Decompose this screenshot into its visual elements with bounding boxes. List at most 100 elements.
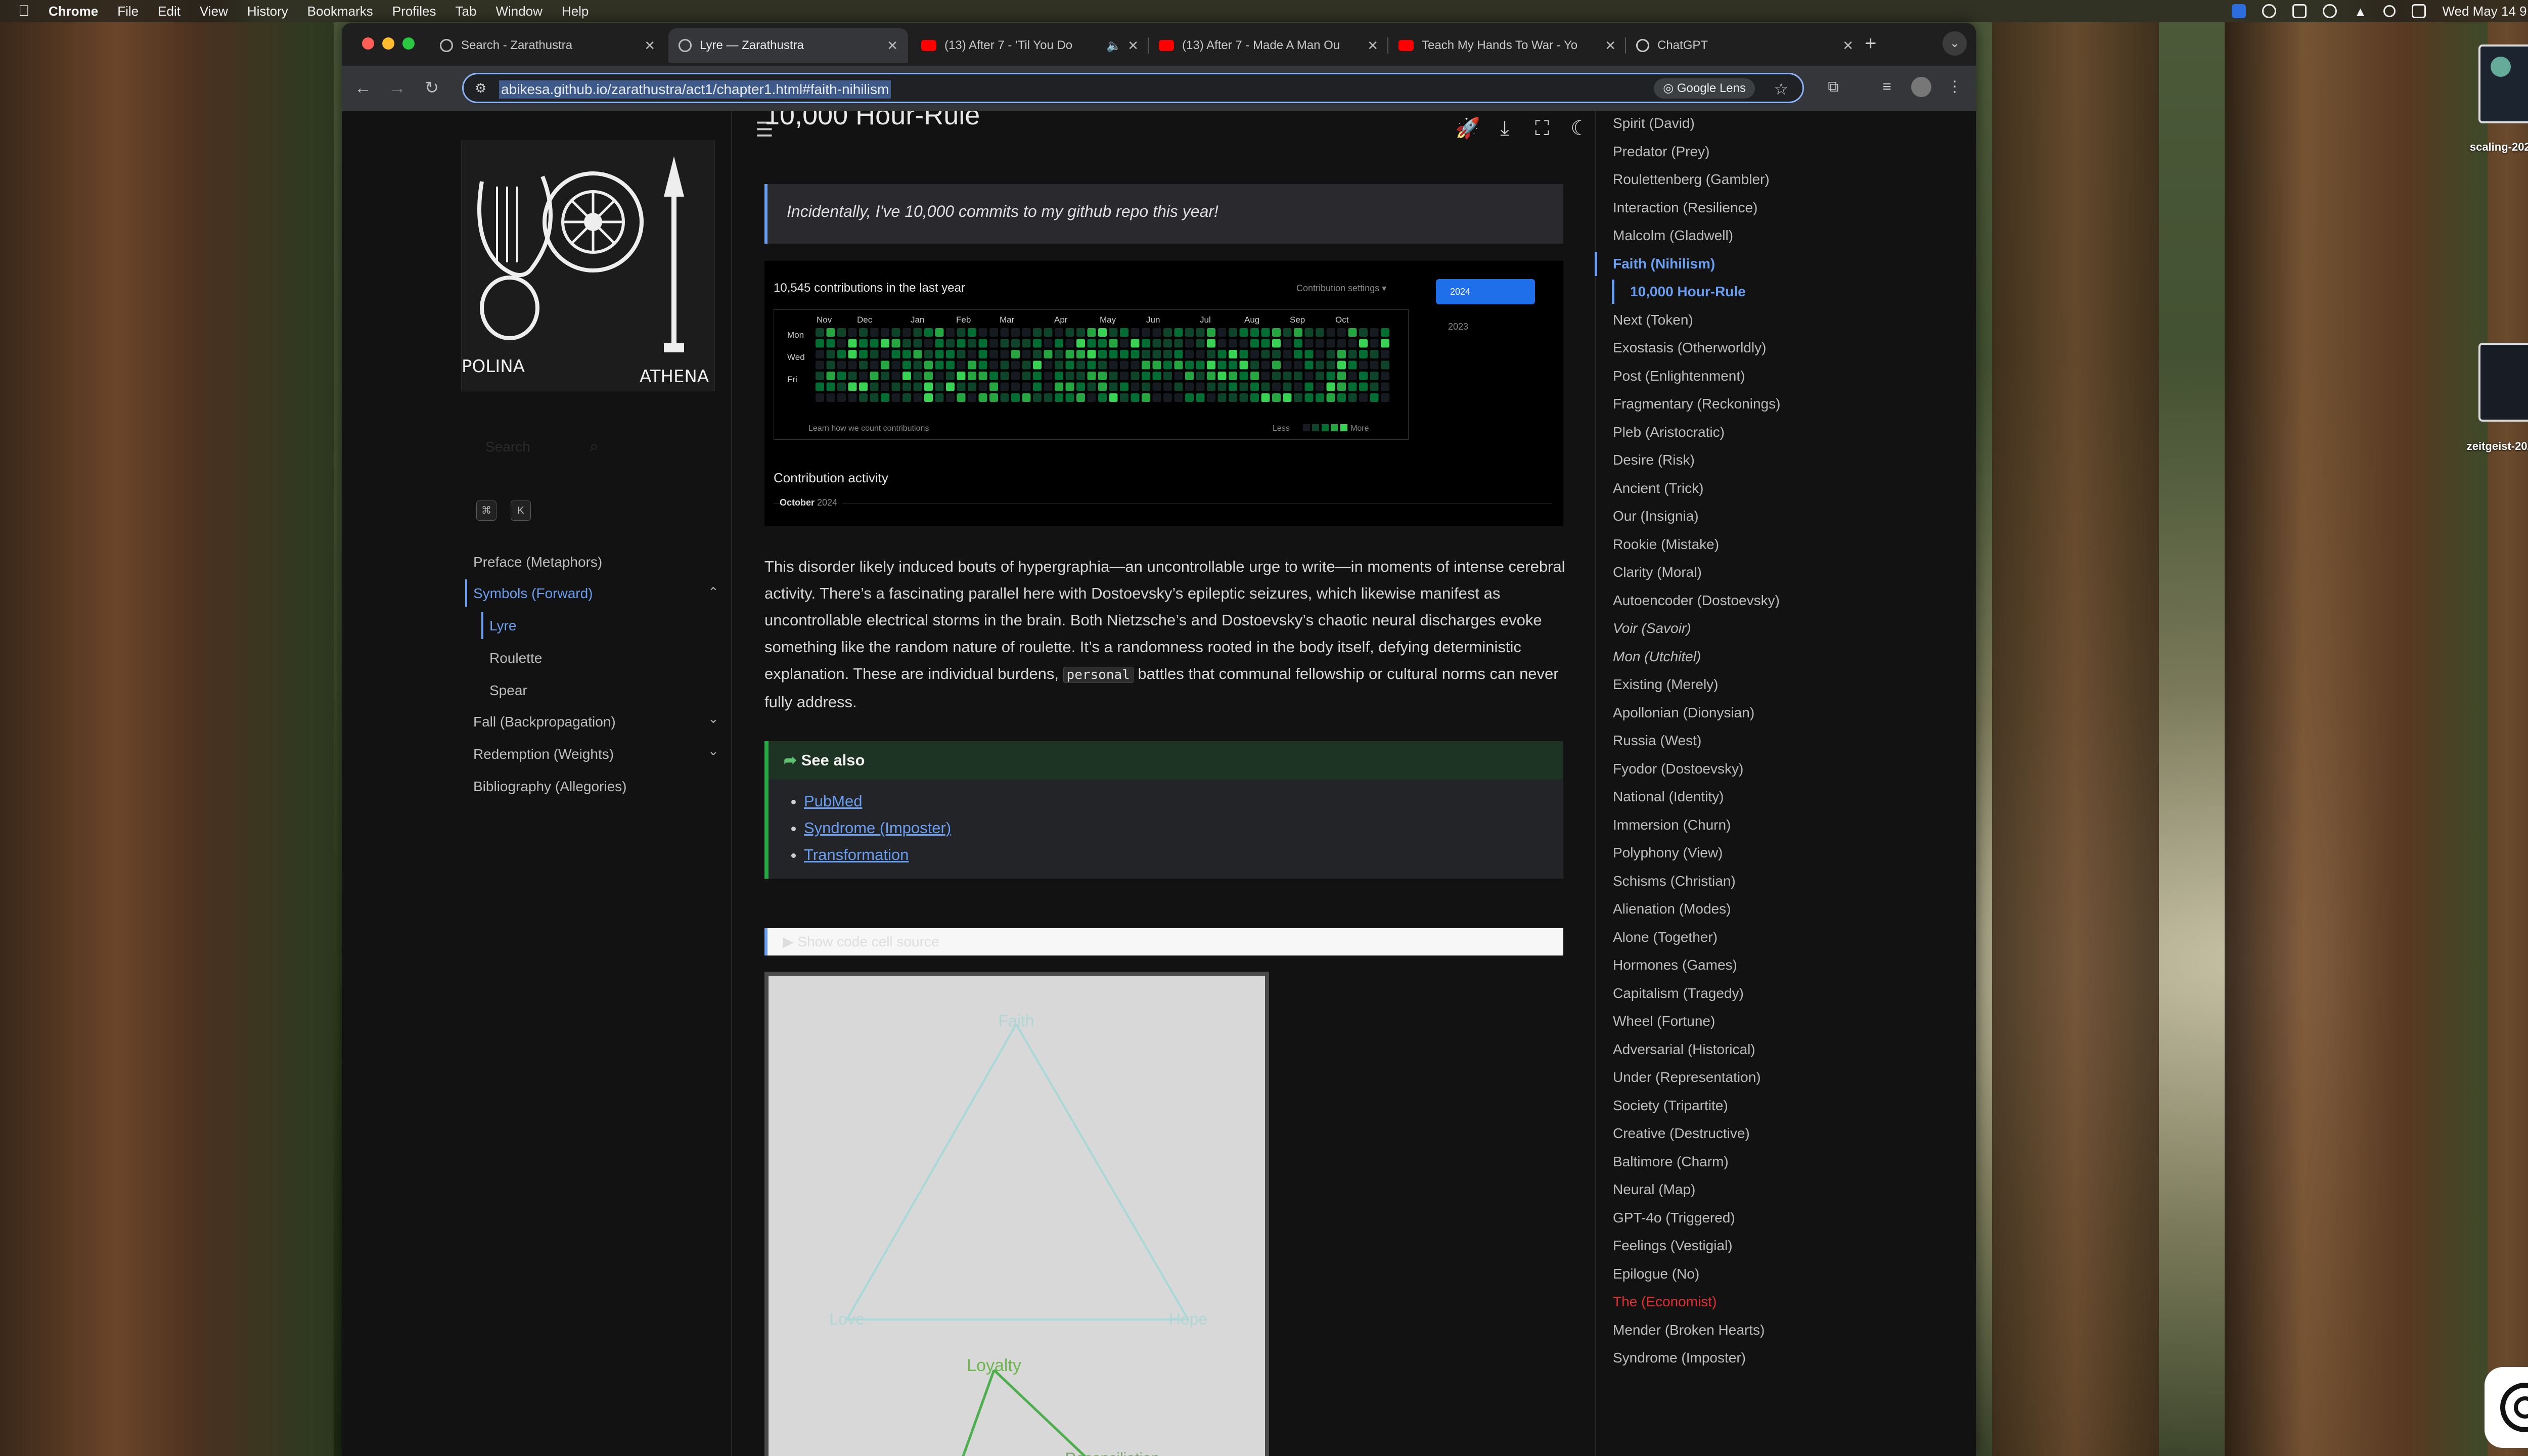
reload-icon[interactable]: ↻ bbox=[421, 77, 443, 99]
toc-item[interactable]: Ancient (Trick) bbox=[1613, 480, 1703, 496]
close-tab-icon[interactable]: ✕ bbox=[887, 38, 898, 54]
toc-item[interactable]: Interaction (Resilience) bbox=[1613, 200, 1757, 216]
maximize-window-button[interactable] bbox=[402, 37, 415, 50]
toc-item[interactable]: Clarity (Moral) bbox=[1613, 564, 1702, 580]
toc-item[interactable]: Syndrome (Imposter) bbox=[1613, 1350, 1746, 1366]
toc-item[interactable]: National (Identity) bbox=[1613, 789, 1724, 805]
nav-preface[interactable]: Preface (Metaphors) bbox=[473, 554, 602, 570]
toc-item[interactable]: Hormones (Games) bbox=[1613, 957, 1737, 973]
nav-symbols[interactable]: Symbols (Forward) bbox=[473, 585, 593, 602]
screenshot-icon[interactable] bbox=[2292, 4, 2307, 18]
tab-search-dropdown-icon[interactable]: ⌄ bbox=[1943, 31, 1967, 56]
toc-item[interactable]: Autoencoder (Dostoevsky) bbox=[1613, 593, 1780, 609]
toc-item[interactable]: Post (Enlightenment) bbox=[1613, 368, 1745, 384]
menu-window[interactable]: Window bbox=[495, 4, 542, 19]
toc-item[interactable]: Mender (Broken Hearts) bbox=[1613, 1322, 1765, 1338]
fullscreen-icon[interactable]: ⛶ bbox=[1530, 116, 1554, 141]
menu-view[interactable]: View bbox=[200, 4, 228, 19]
new-tab-icon[interactable]: + bbox=[1865, 32, 1876, 55]
toc-item[interactable]: Alone (Together) bbox=[1613, 929, 1718, 945]
toc-item[interactable]: Under (Representation) bbox=[1613, 1069, 1761, 1085]
menu-profiles[interactable]: Profiles bbox=[392, 4, 436, 19]
minimize-window-button[interactable] bbox=[382, 37, 394, 50]
profile-avatar[interactable] bbox=[1911, 77, 1931, 97]
nav-bibliography[interactable]: Bibliography (Allegories) bbox=[473, 779, 626, 795]
forward-icon[interactable]: → bbox=[386, 77, 409, 99]
toc-item[interactable]: Apollonian (Dionysian) bbox=[1613, 705, 1754, 721]
chevron-up-icon[interactable]: ⌃ bbox=[708, 584, 719, 600]
toc-item[interactable]: Capitalism (Tragedy) bbox=[1613, 985, 1744, 1002]
extensions-icon[interactable]: ⧉ bbox=[1823, 77, 1843, 97]
toc-item[interactable]: Rookie (Mistake) bbox=[1613, 536, 1719, 553]
toc-item[interactable]: Creative (Destructive) bbox=[1613, 1125, 1750, 1142]
chatgpt-app-icon[interactable] bbox=[2485, 1367, 2528, 1448]
toc-item[interactable]: Polyphony (View) bbox=[1613, 845, 1723, 861]
toc-item[interactable]: Society (Tripartite) bbox=[1613, 1098, 1728, 1114]
speaker-icon[interactable]: 🔈 bbox=[1106, 38, 1121, 53]
play-icon[interactable] bbox=[2323, 4, 2337, 18]
toc-item[interactable]: Next (Token) bbox=[1613, 312, 1693, 328]
toc-item[interactable]: The (Economist) bbox=[1613, 1294, 1717, 1310]
tab-teach-my-hands[interactable]: Teach My Hands To War - Yo ✕ bbox=[1388, 28, 1626, 63]
toc-item[interactable]: Predator (Prey) bbox=[1613, 144, 1709, 160]
control-center-icon[interactable] bbox=[2412, 4, 2426, 18]
toc-item[interactable]: Neural (Map) bbox=[1613, 1181, 1695, 1198]
back-icon[interactable]: ← bbox=[352, 77, 374, 99]
toc-item[interactable]: Spirit (David) bbox=[1613, 115, 1695, 131]
bookmark-star-icon[interactable]: ☆ bbox=[1774, 79, 1788, 99]
wifi-icon[interactable]: ▲ bbox=[2353, 4, 2367, 19]
toc-item[interactable]: Malcolm (Gladwell) bbox=[1613, 228, 1733, 244]
toc-item[interactable]: Immersion (Churn) bbox=[1613, 817, 1731, 833]
close-tab-icon[interactable]: ✕ bbox=[1842, 38, 1854, 54]
toc-item[interactable]: Mon (Utchitel) bbox=[1613, 649, 1701, 665]
toc-item[interactable]: Our (Insignia) bbox=[1613, 508, 1699, 524]
toc-item[interactable]: Exostasis (Otherworldly) bbox=[1613, 340, 1766, 356]
google-lens-button[interactable]: ◎ Google Lens bbox=[1654, 78, 1755, 99]
site-settings-icon[interactable]: ⚙ bbox=[475, 80, 486, 96]
menu-history[interactable]: History bbox=[247, 4, 288, 19]
close-tab-icon[interactable]: ✕ bbox=[1367, 38, 1378, 54]
launch-rocket-icon[interactable]: 🚀 bbox=[1455, 116, 1480, 141]
chatgpt-menu-icon[interactable] bbox=[2262, 4, 2277, 18]
close-window-button[interactable] bbox=[362, 37, 374, 50]
link-syndrome-imposter[interactable]: Syndrome (Imposter) bbox=[804, 819, 951, 837]
menu-bookmarks[interactable]: Bookmarks bbox=[307, 4, 373, 19]
site-logo[interactable]: POLINA ATHENA bbox=[461, 141, 715, 391]
toc-item[interactable]: Voir (Savoir) bbox=[1613, 620, 1691, 636]
search-input[interactable]: Search ⌕ bbox=[479, 436, 666, 461]
toc-item[interactable]: Faith (Nihilism) bbox=[1613, 256, 1715, 272]
toc-item[interactable]: Schisms (Christian) bbox=[1613, 873, 1736, 889]
tab-lyre-zarathustra[interactable]: Lyre — Zarathustra ✕ bbox=[668, 28, 908, 63]
download-icon[interactable]: ⤓ bbox=[1493, 116, 1517, 141]
spotlight-icon[interactable] bbox=[2383, 5, 2396, 17]
address-bar[interactable]: ⚙ abikesa.github.io/zarathustra/act1/cha… bbox=[462, 73, 1804, 103]
close-tab-icon[interactable]: ✕ bbox=[1605, 38, 1616, 54]
toc-item[interactable]: GPT-4o (Triggered) bbox=[1613, 1210, 1735, 1226]
desktop-file-zeitgeist[interactable] bbox=[2478, 343, 2528, 422]
apple-icon[interactable]:  bbox=[18, 3, 33, 20]
show-code-cell-toggle[interactable]: ▶ Show code cell source bbox=[764, 928, 1563, 956]
toc-item[interactable]: Wheel (Fortune) bbox=[1613, 1013, 1715, 1029]
toc-item[interactable]: Alienation (Modes) bbox=[1613, 901, 1731, 917]
link-pubmed[interactable]: PubMed bbox=[804, 792, 862, 810]
chevron-down-icon[interactable]: ⌄ bbox=[708, 711, 719, 726]
menu-edit[interactable]: Edit bbox=[158, 4, 180, 19]
tab-after7-til-you-do[interactable]: (13) After 7 - 'Til You Do 🔈 ✕ bbox=[911, 28, 1149, 63]
menu-tab[interactable]: Tab bbox=[456, 4, 477, 19]
toc-item[interactable]: Adversarial (Historical) bbox=[1613, 1041, 1755, 1058]
toc-item[interactable]: Russia (West) bbox=[1613, 733, 1701, 749]
url-text[interactable]: abikesa.github.io/zarathustra/act1/chapt… bbox=[499, 80, 891, 99]
toc-item[interactable]: Fyodor (Dostoevsky) bbox=[1613, 761, 1743, 777]
desktop-file-scaling[interactable] bbox=[2478, 44, 2528, 123]
tab-after7-made-a-man[interactable]: (13) After 7 - Made A Man Ou ✕ bbox=[1149, 28, 1388, 63]
chevron-down-icon[interactable]: ⌄ bbox=[708, 743, 719, 759]
toc-item[interactable]: Pleb (Aristocratic) bbox=[1613, 424, 1725, 440]
menu-file[interactable]: File bbox=[117, 4, 139, 19]
nav-roulette[interactable]: Roulette bbox=[489, 650, 542, 666]
menubar-clock[interactable]: Wed May 14 9:51 PM bbox=[2442, 4, 2528, 19]
toc-item[interactable]: Desire (Risk) bbox=[1613, 452, 1695, 468]
reading-list-icon[interactable]: ≡ bbox=[1877, 77, 1897, 97]
nav-lyre[interactable]: Lyre bbox=[489, 618, 516, 634]
toc-item[interactable]: Fragmentary (Reckonings) bbox=[1613, 396, 1780, 412]
tab-search-zarathustra[interactable]: Search - Zarathustra ✕ bbox=[430, 28, 665, 63]
